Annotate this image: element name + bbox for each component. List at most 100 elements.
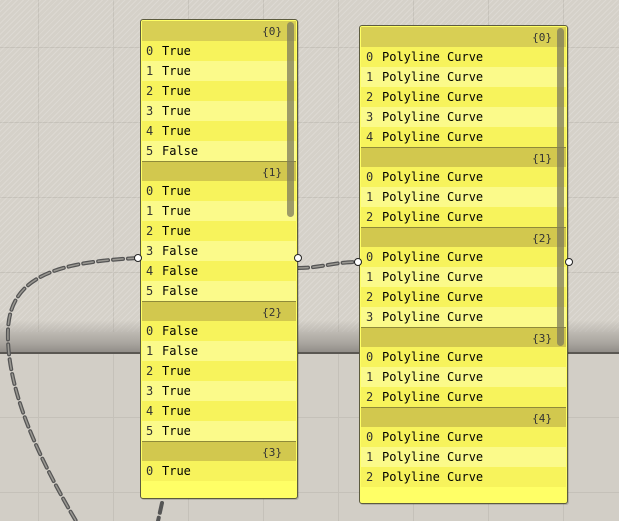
item-value: True <box>162 124 191 138</box>
item-value: Polyline Curve <box>382 110 484 124</box>
list-item: 0 False <box>142 321 296 341</box>
boolean-panel[interactable]: {0} 0 True 1 True 2 True 3 True 4 True 5 False {1} 0 Tr… <box>140 19 298 499</box>
item-value: Polyline Curve <box>382 50 484 64</box>
list-item: 2 Polyline Curve <box>361 287 566 307</box>
panel-scrollbar[interactable] <box>287 22 294 217</box>
list-item: 2 True <box>142 361 296 381</box>
list-item: 1 Polyline Curve <box>361 267 566 287</box>
item-index: 4 <box>366 130 374 144</box>
item-index: 2 <box>366 90 374 104</box>
right-panel-input-grip[interactable] <box>354 258 362 266</box>
item-value: True <box>162 44 191 58</box>
left-panel-output-grip[interactable] <box>294 254 302 262</box>
item-value: Polyline Curve <box>382 390 484 404</box>
item-index: 1 <box>146 344 154 358</box>
item-value: False <box>162 344 199 358</box>
item-value: Polyline Curve <box>382 130 484 144</box>
list-item: 1 Polyline Curve <box>361 67 566 87</box>
list-item: 3 True <box>142 101 296 121</box>
list-item: 0 Polyline Curve <box>361 427 566 447</box>
list-item: 4 True <box>142 121 296 141</box>
list-item: 0 True <box>142 461 296 481</box>
item-index: 1 <box>366 70 374 84</box>
panel-scrollbar[interactable] <box>557 28 564 346</box>
item-value: Polyline Curve <box>382 210 484 224</box>
branch-path-header: {3} <box>142 441 296 461</box>
boolean-panel-content: {0} 0 True 1 True 2 True 3 True 4 True 5 False {1} 0 Tr… <box>142 21 296 481</box>
branch-path-header: {2} <box>142 301 296 321</box>
item-value: True <box>162 104 191 118</box>
item-value: True <box>162 464 191 478</box>
curve-panel-content: {0} 0 Polyline Curve 1 Polyline Curve 2 Polyli… <box>361 27 566 487</box>
branch-path-header: {3} <box>361 327 566 347</box>
wire-input-left-inner <box>7 257 139 521</box>
list-item: 1 Polyline Curve <box>361 187 566 207</box>
item-index: 1 <box>366 370 374 384</box>
item-value: Polyline Curve <box>382 270 484 284</box>
item-value: Polyline Curve <box>382 190 484 204</box>
item-index: 3 <box>146 244 154 258</box>
list-item: 5 True <box>142 421 296 441</box>
branch-path-header: {1} <box>142 161 296 181</box>
item-value: Polyline Curve <box>382 290 484 304</box>
item-value: True <box>162 204 191 218</box>
item-index: 5 <box>146 424 154 438</box>
list-item: 3 Polyline Curve <box>361 307 566 327</box>
list-item: 5 False <box>142 281 296 301</box>
item-value: Polyline Curve <box>382 170 484 184</box>
item-index: 2 <box>146 224 154 238</box>
item-value: Polyline Curve <box>382 370 484 384</box>
item-value: True <box>162 424 191 438</box>
branch-path-header: {4} <box>361 407 566 427</box>
item-index: 2 <box>366 210 374 224</box>
item-index: 4 <box>146 264 154 278</box>
item-index: 2 <box>366 290 374 304</box>
branch-path-header: {0} <box>142 21 296 41</box>
list-item: 2 True <box>142 221 296 241</box>
left-panel-input-grip[interactable] <box>134 254 142 262</box>
list-item: 1 Polyline Curve <box>361 367 566 387</box>
list-item: 4 False <box>142 261 296 281</box>
item-value: Polyline Curve <box>382 70 484 84</box>
item-index: 2 <box>366 390 374 404</box>
item-index: 1 <box>366 270 374 284</box>
item-value: Polyline Curve <box>382 470 484 484</box>
list-item: 0 Polyline Curve <box>361 47 566 67</box>
wire-input-left[interactable] <box>5 256 140 521</box>
list-item: 2 Polyline Curve <box>361 87 566 107</box>
list-item: 4 True <box>142 401 296 421</box>
list-item: 1 Polyline Curve <box>361 447 566 467</box>
item-value: True <box>162 84 191 98</box>
item-index: 3 <box>146 104 154 118</box>
branch-path-header: {2} <box>361 227 566 247</box>
item-value: False <box>162 324 199 338</box>
list-item: 1 True <box>142 201 296 221</box>
item-index: 3 <box>366 110 374 124</box>
item-index: 4 <box>146 124 154 138</box>
item-index: 3 <box>366 310 374 324</box>
list-item: 0 True <box>142 41 296 61</box>
item-index: 3 <box>146 384 154 398</box>
list-item: 0 Polyline Curve <box>361 167 566 187</box>
list-item: 2 True <box>142 81 296 101</box>
list-item: 2 Polyline Curve <box>361 207 566 227</box>
list-item: 3 True <box>142 381 296 401</box>
list-item: 0 True <box>142 181 296 201</box>
item-index: 0 <box>366 250 374 264</box>
item-index: 1 <box>366 450 374 464</box>
curve-panel[interactable]: {0} 0 Polyline Curve 1 Polyline Curve 2 Polyli… <box>359 25 568 504</box>
item-value: True <box>162 224 191 238</box>
list-item: 2 Polyline Curve <box>361 387 566 407</box>
item-value: True <box>162 364 191 378</box>
item-index: 0 <box>366 50 374 64</box>
item-index: 1 <box>366 190 374 204</box>
item-index: 5 <box>146 144 154 158</box>
wire-lower[interactable] <box>156 501 164 521</box>
list-item: 4 Polyline Curve <box>361 127 566 147</box>
list-item: 1 False <box>142 341 296 361</box>
item-index: 1 <box>146 204 154 218</box>
right-panel-output-grip[interactable] <box>565 258 573 266</box>
list-item: 0 Polyline Curve <box>361 247 566 267</box>
item-value: Polyline Curve <box>382 350 484 364</box>
item-index: 0 <box>366 430 374 444</box>
